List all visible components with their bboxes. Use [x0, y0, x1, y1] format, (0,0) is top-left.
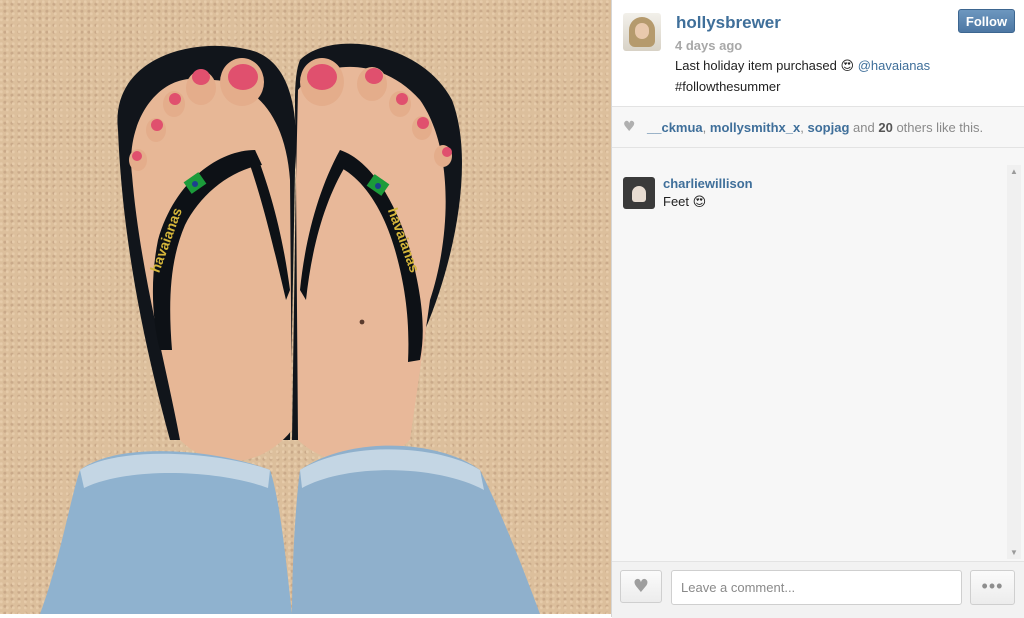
- post-caption: Last holiday item purchased 😍 @havaianas…: [675, 56, 975, 97]
- heart-icon: ♥: [632, 576, 650, 597]
- more-options-button[interactable]: •••: [970, 570, 1015, 605]
- comma: ,: [702, 120, 707, 135]
- post-timestamp[interactable]: 4 days ago: [675, 38, 742, 53]
- scroll-down-icon[interactable]: ▼: [1010, 548, 1018, 557]
- commenter-avatar-figure: [632, 186, 646, 202]
- avatar[interactable]: [623, 13, 661, 51]
- comments-scrollbar[interactable]: ▲ ▼: [1007, 165, 1021, 559]
- likes-suffix: others like this.: [896, 120, 984, 135]
- liker-link[interactable]: mollysmithx_x: [710, 120, 800, 135]
- likes-summary: __ckmua, mollysmithx_x, sopjag and 20 ot…: [647, 120, 983, 135]
- comment-input[interactable]: [671, 570, 962, 605]
- avatar-face: [635, 23, 649, 39]
- like-button[interactable]: ♥: [620, 570, 662, 603]
- likes-and: and: [853, 120, 875, 135]
- commenter-username[interactable]: charliewillison: [663, 176, 753, 191]
- commenter-avatar[interactable]: [623, 177, 655, 209]
- heart-eyes-emoji: 😍: [692, 195, 707, 210]
- feet-flip-flops-image: [40, 43, 540, 614]
- hashtag-link[interactable]: #followthesummer: [675, 79, 781, 94]
- more-options-icon: •••: [981, 576, 1004, 596]
- comment-text: Feet 😍: [663, 194, 706, 210]
- post-header: hollysbrewer 4 days ago Last holiday ite…: [612, 0, 1024, 106]
- post-photo[interactable]: havaianas havaianas: [0, 0, 611, 614]
- heart-eyes-emoji: 😍: [840, 59, 855, 74]
- follow-button[interactable]: Follow: [958, 9, 1015, 33]
- comments-list: charliewillison Feet 😍 ▲ ▼: [612, 148, 1024, 561]
- heart-icon[interactable]: ♥: [623, 119, 636, 135]
- liker-link[interactable]: sopjag: [807, 120, 849, 135]
- liker-link[interactable]: __ckmua: [647, 120, 703, 135]
- mention-link[interactable]: @havaianas: [858, 58, 930, 73]
- comment-body: Feet: [663, 194, 690, 209]
- likes-count[interactable]: 20: [878, 120, 892, 135]
- comment-footer: ♥ •••: [612, 561, 1024, 618]
- caption-text: Last holiday item purchased: [675, 58, 837, 73]
- comma: ,: [800, 120, 804, 135]
- username-link[interactable]: hollysbrewer: [676, 13, 781, 33]
- post-details-panel: hollysbrewer 4 days ago Last holiday ite…: [612, 0, 1024, 618]
- likes-row: ♥ __ckmua, mollysmithx_x, sopjag and 20 …: [612, 107, 1024, 147]
- scroll-up-icon[interactable]: ▲: [1010, 167, 1018, 176]
